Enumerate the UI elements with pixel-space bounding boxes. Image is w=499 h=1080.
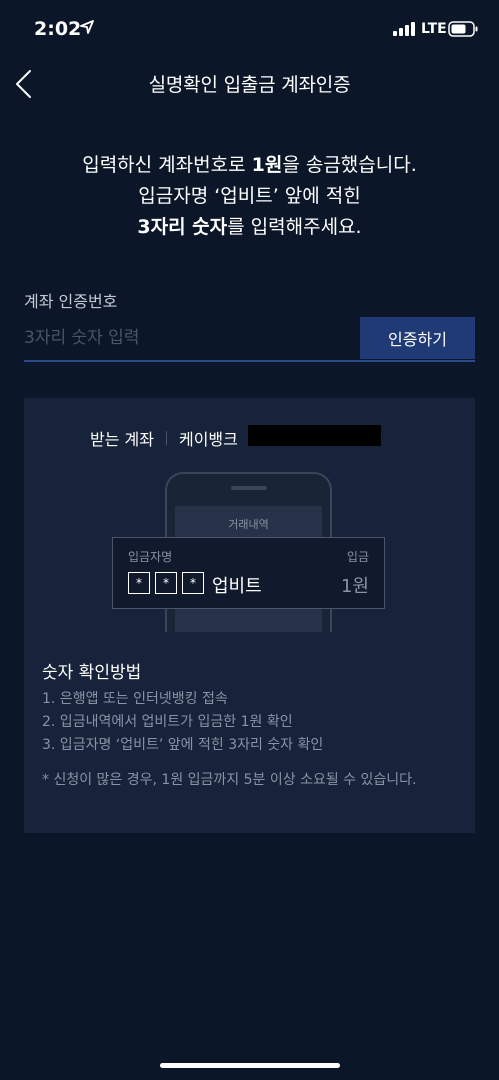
masked-digit-box: * [182,572,204,594]
instruction-text-part: 입력하신 계좌번호로 [82,154,252,176]
receiving-account-row: 받는 계좌 케이뱅크 [90,426,238,450]
instruction-line-2: 입금자명 ‘업비트’ 앞에 적힌 [138,185,361,207]
network-type: LTE [421,21,447,37]
transaction-history-title: 거래내역 [228,518,269,531]
deposit-example-card: 입금자명 입금 * * * 업비트 1원 [112,537,385,609]
status-bar: 2:02 LTE [0,0,499,60]
delay-note: * 신청이 많은 경우, 1원 입금까지 5분 이상 소요될 수 있습니다. [42,772,417,788]
method-step: 1. 은행앱 또는 인터넷뱅킹 접속 [42,691,228,707]
signal-bars-icon [393,22,415,36]
instruction-text-part: 을 송금했습니다. [282,154,417,176]
page-title: 실명확인 입출금 계좌인증 [148,74,351,96]
battery-icon [448,21,478,37]
redacted-account-number [248,425,381,446]
instruction-text-part: 를 입력해주세요. [227,216,362,238]
auth-code-input[interactable] [24,317,354,359]
divider [165,431,167,445]
home-indicator[interactable] [160,1063,340,1068]
deposit-type-label: 입금 [346,550,369,564]
depositor-name: 업비트 [212,576,262,597]
deposit-amount: 1원 [340,576,369,597]
receiving-account-label: 받는 계좌 [90,430,154,449]
location-arrow-icon [80,20,94,34]
depositor-name-label: 입금자명 [128,550,173,564]
bank-name: 케이뱅크 [178,430,238,449]
input-underline [24,360,475,362]
instruction-line-3: 3자리 숫자를 입력해주세요. [0,212,499,243]
instruction-digits-emphasis: 3자리 숫자 [137,216,228,238]
method-title: 숫자 확인방법 [42,663,142,683]
instruction-text: 입력하신 계좌번호로 1원을 송금했습니다. 입금자명 ‘업비트’ 앞에 적힌 … [0,150,499,243]
method-step: 3. 입금자명 ‘업비트’ 앞에 적힌 3자리 숫자 확인 [42,737,324,753]
method-steps: 1. 은행앱 또는 인터넷뱅킹 접속 2. 입금내역에서 업비트가 입금한 1원… [42,688,323,757]
masked-digit-box: * [128,572,150,594]
phone-speaker [231,486,267,490]
instruction-line-1: 입력하신 계좌번호로 1원을 송금했습니다. [0,150,499,181]
verify-button[interactable]: 인증하기 [360,317,475,359]
masked-digit-box: * [155,572,177,594]
method-step: 2. 입금내역에서 업비트가 입금한 1원 확인 [42,714,293,730]
instruction-amount: 1원 [251,154,283,176]
auth-code-label: 계좌 인증번호 [24,292,118,311]
status-time: 2:02 [34,18,82,40]
